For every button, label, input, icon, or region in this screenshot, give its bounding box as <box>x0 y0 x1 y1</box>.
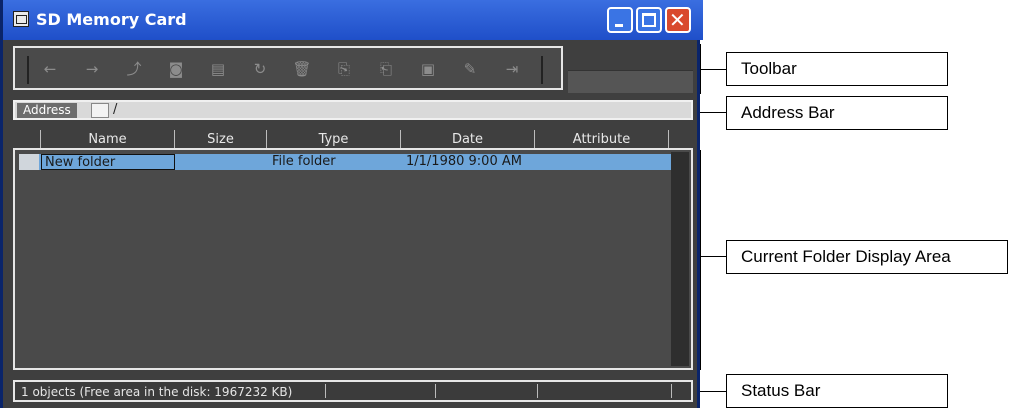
callout-line-status <box>700 391 726 392</box>
vertical-scrollbar[interactable] <box>671 152 689 366</box>
paste-icon[interactable]: ⎗ <box>375 59 397 79</box>
address-label: Address <box>17 103 77 118</box>
toolbar-separator <box>27 56 29 84</box>
view-icon[interactable]: ◙ <box>165 59 187 79</box>
properties-icon[interactable]: ▤ <box>207 59 229 79</box>
column-header-size[interactable]: Size <box>175 130 267 148</box>
address-folder-icon <box>91 103 109 118</box>
status-bar: 1 objects (Free area in the disk: 196723… <box>13 380 693 402</box>
sd-memory-card-window: SD Memory Card ✕ ← → ⤴ ◙ ▤ ↻ 🗑 ⎘ ⎗ ▣ ✎ ⇥… <box>0 0 703 408</box>
toolbar: ← → ⤴ ◙ ▤ ↻ 🗑 ⎘ ⎗ ▣ ✎ ⇥ <box>13 46 563 90</box>
exit-icon[interactable]: ⇥ <box>501 59 523 79</box>
column-header-name[interactable]: Name <box>41 130 175 148</box>
callout-status-bar: Status Bar <box>726 374 948 408</box>
minimize-button[interactable] <box>607 7 633 33</box>
address-bar: Address / <box>13 100 693 120</box>
rename-icon[interactable]: ✎ <box>459 59 481 79</box>
status-divider <box>435 384 436 398</box>
up-folder-icon[interactable]: ⤴ <box>123 59 145 79</box>
folder-icon <box>19 154 39 170</box>
callout-bracket-toolbar <box>700 44 701 94</box>
table-row[interactable]: New folder File folder 1/1/1980 9:00 AM <box>19 154 671 170</box>
status-divider <box>537 384 538 398</box>
title-bar[interactable]: SD Memory Card ✕ <box>3 0 703 40</box>
callout-line-folder-area <box>700 256 726 257</box>
callout-line-toolbar <box>700 69 726 70</box>
column-header-type[interactable]: Type <box>267 130 401 148</box>
status-divider <box>325 384 326 398</box>
toolbar-separator <box>541 56 543 84</box>
minimize-icon <box>615 24 623 27</box>
row-name: New folder <box>41 154 175 170</box>
status-text: 1 objects (Free area in the disk: 196723… <box>21 385 293 399</box>
callout-bracket-folder-area <box>700 150 701 370</box>
maximize-button[interactable] <box>636 7 662 33</box>
row-attribute <box>537 154 671 170</box>
sd-card-icon <box>13 11 29 27</box>
copy-icon[interactable]: ⎘ <box>333 59 355 79</box>
refresh-icon[interactable]: ↻ <box>249 59 271 79</box>
window-title: SD Memory Card <box>36 10 187 29</box>
callout-address-bar: Address Bar <box>726 96 948 130</box>
callout-folder-area: Current Folder Display Area <box>726 240 1008 274</box>
callout-toolbar: Toolbar <box>726 52 948 86</box>
column-header-icon <box>13 130 41 148</box>
row-size <box>175 154 267 170</box>
current-folder-display-area[interactable]: New folder File folder 1/1/1980 9:00 AM <box>13 148 693 370</box>
back-icon[interactable]: ← <box>39 59 61 79</box>
column-headers: Name Size Type Date Attribute <box>13 130 693 148</box>
toolbar-spacer <box>568 70 693 93</box>
row-type: File folder <box>272 154 336 169</box>
callout-line-address <box>700 112 726 113</box>
new-folder-icon[interactable]: ▣ <box>417 59 439 79</box>
column-header-attribute[interactable]: Attribute <box>535 130 669 148</box>
column-header-date[interactable]: Date <box>401 130 535 148</box>
address-input[interactable]: / <box>113 102 117 118</box>
status-divider <box>671 384 672 398</box>
close-icon: ✕ <box>669 8 686 32</box>
row-date: 1/1/1980 9:00 AM <box>406 154 522 169</box>
forward-icon[interactable]: → <box>81 59 103 79</box>
maximize-icon <box>642 13 656 27</box>
close-button[interactable]: ✕ <box>665 7 691 33</box>
delete-icon[interactable]: 🗑 <box>291 59 313 79</box>
